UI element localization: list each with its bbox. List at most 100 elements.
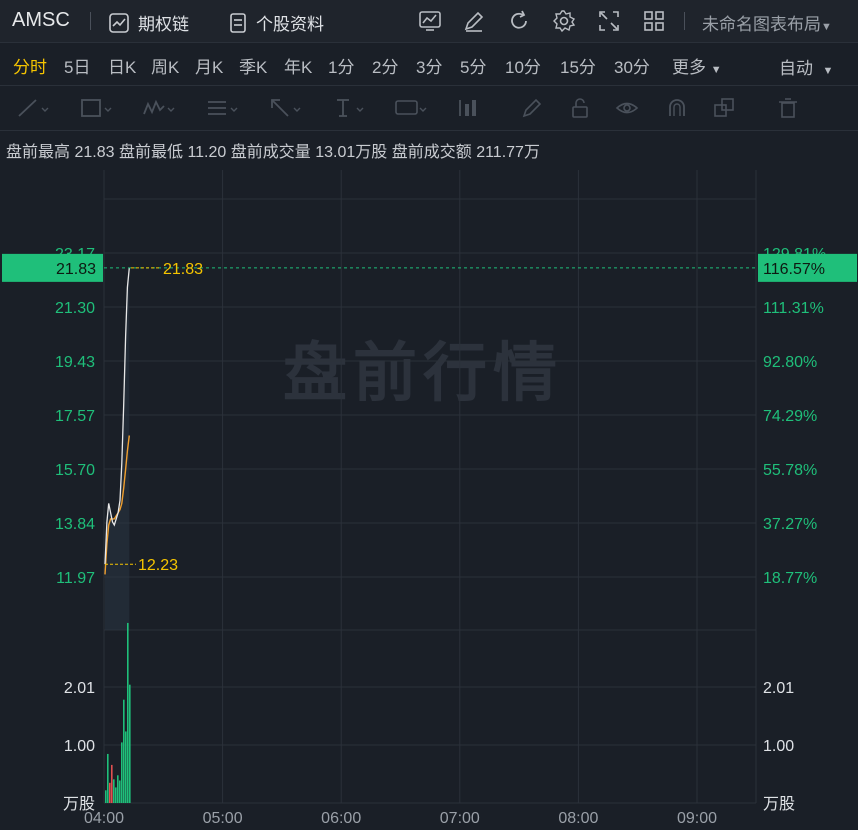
pct-tick-right: 111.31% <box>763 300 824 317</box>
period-tab[interactable]: 30分 <box>614 53 650 78</box>
period-tab[interactable]: 5分 <box>460 53 486 78</box>
trend-line-icon[interactable] <box>16 96 50 120</box>
text-cursor-icon[interactable] <box>331 96 365 120</box>
price-tick-left: 11.97 <box>56 570 95 587</box>
pct-tick-right: 37.27% <box>763 516 817 533</box>
auto-scale-dropdown[interactable]: 自动 ▼ <box>779 54 833 79</box>
period-tab[interactable]: 15分 <box>560 53 596 78</box>
rectangle-icon[interactable] <box>79 96 113 120</box>
chevron-down-icon: ▼ <box>821 21 832 33</box>
current-pct-badge-text: 116.57% <box>763 261 825 278</box>
period-bar: 分时 5日 日K 周K 月K 季K 年K 1分 2分 3分 5分 10分 15分… <box>0 43 858 88</box>
stock-profile-label: 个股资料 <box>256 15 324 34</box>
watermark: 盘前行情 <box>283 337 563 409</box>
period-tab[interactable]: 年K <box>284 53 312 78</box>
pct-tick-right: 74.29% <box>763 408 817 425</box>
period-tab[interactable]: 1分 <box>328 53 354 78</box>
pct-tick-right: 55.78% <box>763 462 817 479</box>
caret-down-icon: ▼ <box>710 64 722 76</box>
price-tick-left: 23.17 <box>55 246 95 263</box>
more-periods-dropdown[interactable]: 更多 ▼ <box>672 53 722 78</box>
period-tab[interactable]: 月K <box>195 53 223 78</box>
indicator-icon[interactable] <box>418 9 442 33</box>
volume-bar <box>119 780 121 803</box>
current-pct-badge <box>758 253 857 282</box>
period-tab[interactable]: 3分 <box>416 53 442 78</box>
period-tab[interactable]: 5日 <box>64 53 90 78</box>
options-chain-label: 期权链 <box>138 15 189 34</box>
high-marker-label: 21.83 <box>163 261 203 278</box>
caret-down-icon: ▼ <box>822 65 834 77</box>
measure-icon[interactable] <box>457 96 491 120</box>
time-tick-label: 07:00 <box>440 810 480 827</box>
layout-name-dropdown[interactable]: 未命名图表布局▼ <box>702 10 832 35</box>
time-tick-label: 04:00 <box>84 810 124 827</box>
low-label: 盘前最低 <box>118 144 183 161</box>
period-tab[interactable]: 周K <box>151 53 179 78</box>
volume-bar <box>125 731 127 803</box>
pct-tick-right: 129.81% <box>763 246 826 263</box>
time-tick-label: 09:00 <box>677 810 717 827</box>
premarket-summary: 盘前最高 21.83 盘前最低 11.20 盘前成交量 13.01万股 盘前成交… <box>6 138 540 162</box>
volume-bar <box>105 790 107 803</box>
pen-icon[interactable] <box>520 96 554 120</box>
low-value: 11.20 <box>187 144 227 161</box>
draw-icon[interactable] <box>462 9 486 33</box>
layers-icon[interactable] <box>712 96 746 120</box>
refresh-icon[interactable] <box>507 9 531 33</box>
volume-label: 盘前成交量 <box>230 144 311 161</box>
period-tab[interactable]: 2分 <box>372 53 398 78</box>
volume-tick-left: 2.01 <box>64 680 95 697</box>
wave-pattern-icon[interactable] <box>142 96 176 120</box>
time-tick-label: 06:00 <box>321 810 361 827</box>
more-label: 更多 <box>672 58 706 77</box>
ticker-symbol[interactable]: AMSC <box>12 9 70 32</box>
period-tab[interactable]: 日K <box>108 53 136 78</box>
volume-bar <box>109 782 111 803</box>
price-line <box>104 267 130 565</box>
eye-icon[interactable] <box>615 96 649 120</box>
volume-bar <box>121 742 123 803</box>
stock-profile-button[interactable]: 个股资料 <box>228 10 324 35</box>
avg-price-line <box>104 435 130 575</box>
magnet-icon[interactable] <box>665 96 699 120</box>
volume-tick-right: 2.01 <box>763 680 794 697</box>
high-value: 21.83 <box>74 144 115 161</box>
time-tick-label: 05:00 <box>203 810 243 827</box>
turnover-value: 211.77万 <box>476 144 540 161</box>
document-icon <box>230 12 246 33</box>
high-label: 盘前最高 <box>6 144 71 161</box>
period-tab[interactable]: 季K <box>239 53 267 78</box>
current-price-badge <box>2 253 103 282</box>
top-bar: AMSC 期权链 个股资料 未命名图表布局▼ <box>0 0 858 43</box>
price-tick-left: 21.30 <box>55 300 95 317</box>
period-tab[interactable]: 分时 <box>13 53 47 88</box>
price-area <box>105 267 130 630</box>
chart-doc-icon <box>109 12 129 33</box>
volume-bar <box>113 779 115 803</box>
divider <box>684 12 685 30</box>
fibonacci-icon[interactable] <box>205 96 239 120</box>
arrow-icon[interactable] <box>268 96 302 120</box>
turnover-label: 盘前成交额 <box>391 144 472 161</box>
volume-tick-right: 1.00 <box>763 738 794 755</box>
price-tick-left: 17.57 <box>55 408 95 425</box>
volume-tick-left: 1.00 <box>64 738 95 755</box>
fullscreen-icon[interactable] <box>597 9 621 33</box>
options-chain-button[interactable]: 期权链 <box>108 10 189 35</box>
lock-icon[interactable] <box>568 96 602 120</box>
volume-bar <box>117 775 119 803</box>
divider <box>90 12 91 30</box>
volume-unit-right: 万股 <box>763 794 795 813</box>
price-tick-left: 13.84 <box>55 516 95 533</box>
period-tab[interactable]: 10分 <box>505 53 541 78</box>
price-tick-left: 15.70 <box>55 462 95 479</box>
settings-icon[interactable] <box>552 9 576 33</box>
volume-bar <box>111 764 113 803</box>
layout-name-label: 未命名图表布局 <box>702 15 821 34</box>
layout-grid-icon[interactable] <box>642 9 666 33</box>
volume-bar <box>115 787 117 803</box>
volume-bar <box>127 622 129 803</box>
trash-icon[interactable] <box>776 96 810 120</box>
annotation-icon[interactable] <box>394 96 428 120</box>
